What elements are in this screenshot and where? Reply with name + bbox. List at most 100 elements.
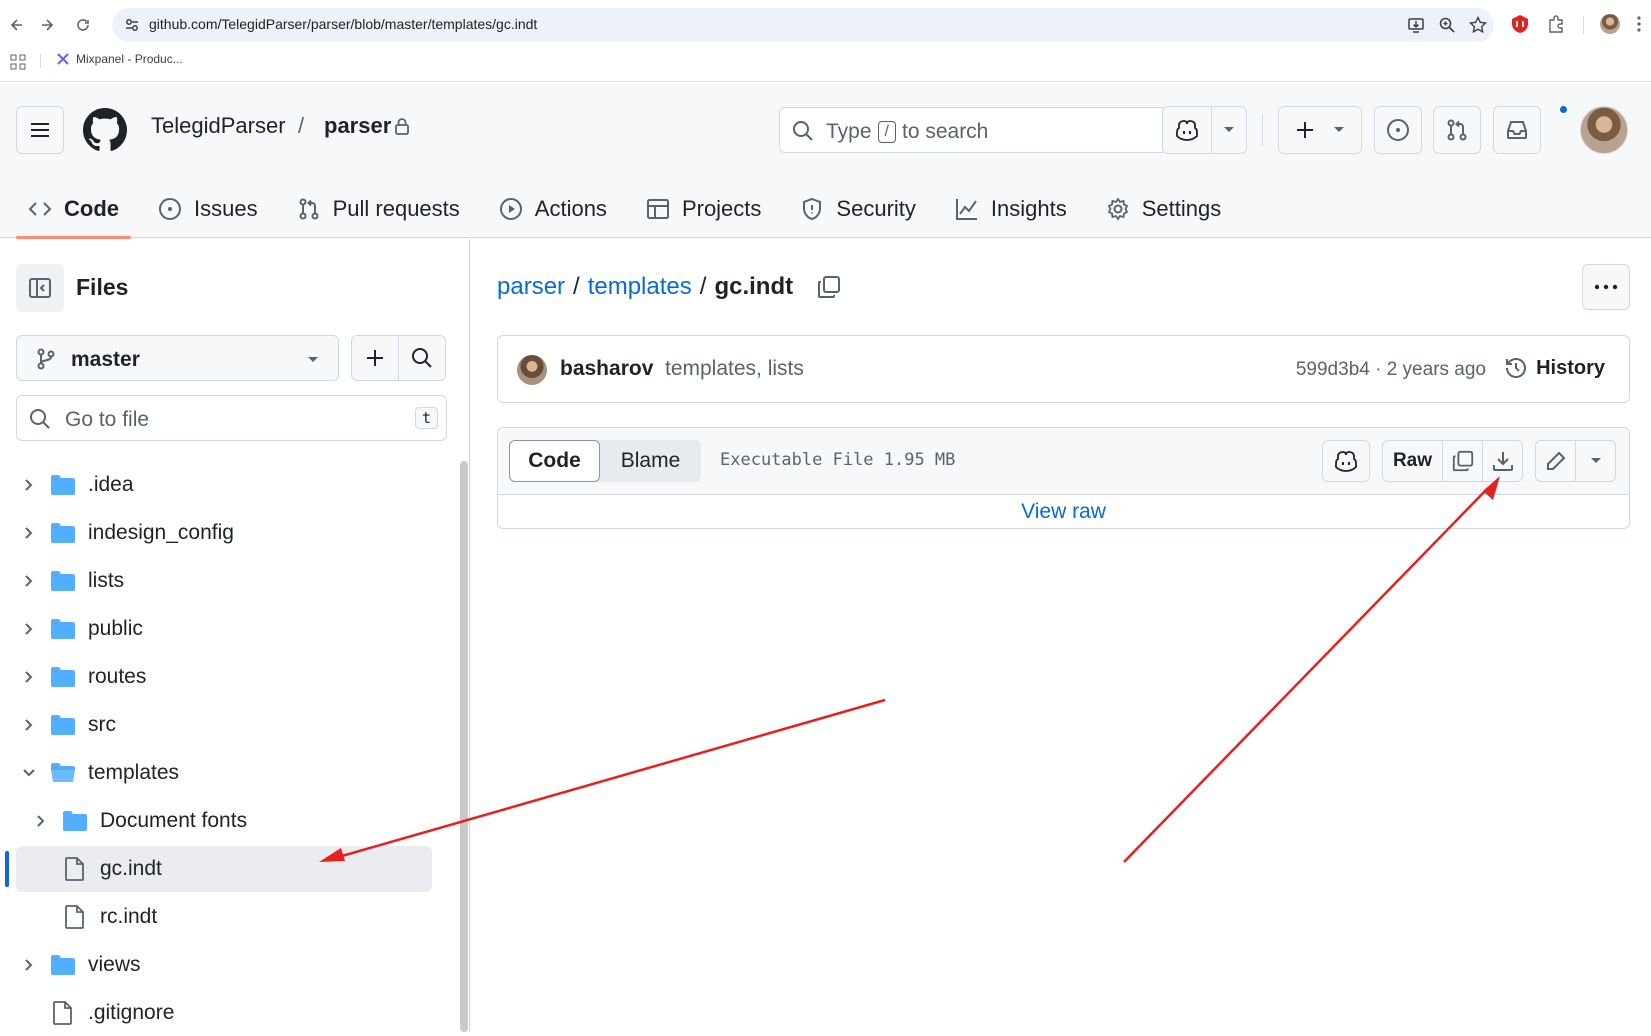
chevron-down-icon[interactable] xyxy=(20,764,38,782)
repo-owner-link[interactable]: TelegidParser xyxy=(151,113,286,139)
site-settings-icon[interactable] xyxy=(122,15,142,35)
tab-security[interactable]: Security xyxy=(788,180,927,238)
file-info: Executable File 1.95 MB xyxy=(720,450,956,470)
code-tab[interactable]: Code xyxy=(509,440,600,482)
tree-folder[interactable]: indesign_config xyxy=(0,510,450,556)
copilot-button[interactable] xyxy=(1162,106,1212,154)
extensions-puzzle-icon[interactable] xyxy=(1546,14,1566,34)
tab-issues[interactable]: Issues xyxy=(146,180,270,238)
download-raw-button[interactable] xyxy=(1482,440,1523,482)
tab-actions[interactable]: Actions xyxy=(487,180,619,238)
chevron-right-icon[interactable] xyxy=(20,668,38,686)
more-options-button[interactable] xyxy=(1582,264,1630,310)
chevron-right-icon[interactable] xyxy=(20,716,38,734)
collapse-sidebar-button[interactable] xyxy=(16,264,64,312)
tab-projects[interactable]: Projects xyxy=(634,180,773,238)
plus-icon xyxy=(367,350,383,366)
folder-icon xyxy=(51,523,75,543)
commit-message[interactable]: templates, lists xyxy=(665,357,804,381)
bookmark-star-icon[interactable] xyxy=(1468,15,1488,35)
branch-name: master xyxy=(71,348,140,371)
issue-icon xyxy=(1387,119,1409,141)
folder-icon xyxy=(63,811,87,831)
chevron-right-icon[interactable] xyxy=(20,620,38,638)
repo-name-link[interactable]: parser xyxy=(324,113,391,139)
extension-red-icon[interactable] xyxy=(1510,14,1530,34)
add-file-button[interactable] xyxy=(351,335,399,381)
reload-icon[interactable] xyxy=(72,14,94,36)
tree-folder[interactable]: Document fonts xyxy=(0,798,450,844)
install-app-icon[interactable] xyxy=(1406,15,1426,35)
global-menu-button[interactable] xyxy=(16,106,64,154)
copy-raw-button[interactable] xyxy=(1442,440,1483,482)
forward-icon[interactable] xyxy=(36,14,58,36)
tree-file[interactable]: rc.indt xyxy=(0,894,450,940)
history-button[interactable]: History xyxy=(1504,356,1605,380)
pull-requests-button[interactable] xyxy=(1433,106,1481,154)
github-logo-icon[interactable] xyxy=(83,108,127,152)
back-icon[interactable] xyxy=(6,14,28,36)
tree-file[interactable]: .gitignore xyxy=(0,990,450,1036)
search-files-button[interactable] xyxy=(398,335,446,381)
tree-item-label: rc.indt xyxy=(100,905,158,928)
breadcrumb: parser / templates / gc.indt xyxy=(497,273,793,301)
history-icon xyxy=(1506,358,1527,378)
tree-folder[interactable]: views xyxy=(0,942,450,988)
tree-folder[interactable]: .idea xyxy=(0,462,450,508)
branch-selector[interactable]: master xyxy=(16,335,339,381)
edit-options-dropdown[interactable] xyxy=(1575,440,1616,482)
chevron-right-icon[interactable] xyxy=(32,812,50,830)
edit-file-button[interactable] xyxy=(1535,440,1576,482)
copilot-dropdown-button[interactable] xyxy=(1211,106,1247,154)
view-raw-link[interactable]: View raw xyxy=(498,495,1629,528)
tree-file[interactable]: gc.indt xyxy=(0,846,450,892)
chevron-right-icon[interactable] xyxy=(20,572,38,590)
copy-path-icon[interactable] xyxy=(816,274,842,300)
commit-author[interactable]: basharov xyxy=(560,357,653,381)
tree-item-label: src xyxy=(88,713,116,736)
tab-settings[interactable]: Settings xyxy=(1094,180,1234,238)
apps-grid-icon[interactable] xyxy=(10,54,26,70)
tree-item-label: Document fonts xyxy=(100,809,248,832)
chevron-right-icon[interactable] xyxy=(20,476,38,494)
chevron-right-icon[interactable] xyxy=(20,524,38,542)
issues-button[interactable] xyxy=(1374,106,1422,154)
user-avatar[interactable] xyxy=(1580,106,1628,154)
raw-button[interactable]: Raw xyxy=(1382,440,1443,482)
search-input[interactable]: Type / to search xyxy=(779,107,1168,153)
zoom-icon[interactable] xyxy=(1437,15,1457,35)
tree-folder[interactable]: templates xyxy=(0,750,450,796)
create-new-button[interactable] xyxy=(1278,106,1362,154)
bookmark-mixpanel[interactable]: Mixpanel - Produc... xyxy=(56,52,183,66)
breadcrumb-repo-link[interactable]: parser xyxy=(497,273,565,301)
copilot-file-button[interactable] xyxy=(1322,440,1370,482)
tab-label: Security xyxy=(836,196,916,221)
tree-folder[interactable]: src xyxy=(0,702,450,748)
tab-insights[interactable]: Insights xyxy=(943,180,1079,238)
url-text[interactable]: github.com/TelegidParser/parser/blob/mas… xyxy=(149,16,537,32)
blame-tab[interactable]: Blame xyxy=(600,440,701,482)
inbox-button[interactable] xyxy=(1493,106,1541,154)
tree-folder[interactable]: lists xyxy=(0,558,450,604)
chrome-menu-icon[interactable] xyxy=(1636,14,1648,34)
profile-avatar[interactable] xyxy=(1600,14,1620,34)
chevron-right-icon[interactable] xyxy=(20,956,38,974)
download-icon xyxy=(1492,452,1513,471)
tab-code[interactable]: Code xyxy=(16,180,131,239)
go-to-file-shortcut: t xyxy=(414,407,438,429)
go-to-file-input[interactable]: Go to file t xyxy=(16,395,447,441)
sidebar-scrollbar[interactable] xyxy=(460,461,468,1032)
tree-folder[interactable]: routes xyxy=(0,654,450,700)
commit-author-avatar[interactable] xyxy=(517,355,547,385)
breadcrumb-folder-link[interactable]: templates xyxy=(588,273,692,301)
table-icon xyxy=(646,199,669,219)
address-bar[interactable]: github.com/TelegidParser/parser/blob/mas… xyxy=(112,8,1494,42)
search-icon xyxy=(29,408,51,430)
commit-meta[interactable]: 599d3b4 · 2 years ago xyxy=(1296,359,1486,381)
toolbar-divider xyxy=(1583,16,1584,34)
tab-label: Pull requests xyxy=(332,196,460,221)
browser-chrome: github.com/TelegidParser/parser/blob/mas… xyxy=(0,0,1651,82)
tree-folder[interactable]: public xyxy=(0,606,450,652)
folder-open-icon xyxy=(51,763,75,782)
tab-pull-requests[interactable]: Pull requests xyxy=(285,180,472,238)
